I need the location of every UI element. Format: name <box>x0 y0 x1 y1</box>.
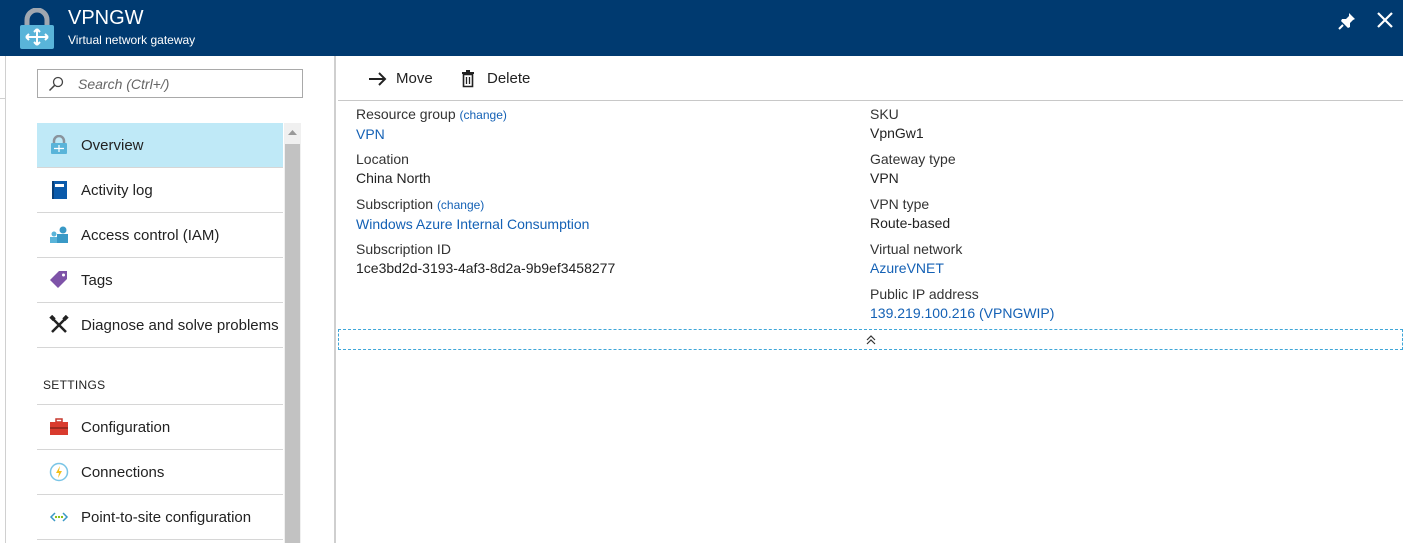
property-gateway-type: Gateway type VPN <box>870 150 1350 188</box>
menu-item-label: Overview <box>81 137 144 154</box>
collapse-essentials-button[interactable] <box>338 329 1403 350</box>
move-label: Move <box>396 70 433 87</box>
scrollbar-thumb[interactable] <box>285 144 300 543</box>
menu-list: Overview Activity log Access control (IA… <box>37 123 283 348</box>
property-value: Route-based <box>870 215 951 231</box>
pin-icon[interactable] <box>1336 10 1358 32</box>
change-subscription-link[interactable]: (change) <box>437 198 484 212</box>
wrench-icon <box>49 314 69 335</box>
menu-item-diagnose[interactable]: Diagnose and solve problems <box>37 303 283 348</box>
property-value: VPN <box>870 170 899 186</box>
page-title: VPNGW <box>68 7 144 29</box>
property-key: VPN type <box>870 196 930 212</box>
move-button[interactable]: Move <box>368 68 468 90</box>
menu-item-connections[interactable]: Connections <box>37 450 283 495</box>
vpn-gateway-lock-icon <box>18 7 56 50</box>
menu-item-label: Configuration <box>81 419 171 436</box>
property-key: Resource group <box>356 106 456 122</box>
property-value-link[interactable]: VPN <box>356 125 836 144</box>
toolbox-icon <box>49 417 69 437</box>
search-box[interactable] <box>37 69 303 98</box>
property-resource-group: Resource group (change) VPN <box>356 105 836 144</box>
access-control-icon <box>49 225 69 245</box>
menu-item-label: Activity log <box>81 182 153 199</box>
arrow-right-icon <box>368 69 388 89</box>
property-location: Location China North <box>356 150 836 188</box>
property-value: 1ce3bd2d-3193-4af3-8d2a-9b9ef3458277 <box>356 260 616 276</box>
property-subscription-id: Subscription ID 1ce3bd2d-3193-4af3-8d2a-… <box>356 240 836 278</box>
blade-header: VPNGW Virtual network gateway <box>0 0 1403 56</box>
property-sku: SKU VpnGw1 <box>870 105 1350 143</box>
property-value: China North <box>356 170 431 186</box>
double-chevron-up-icon <box>865 333 877 347</box>
delete-button[interactable]: Delete <box>459 68 559 90</box>
activity-log-icon <box>49 180 69 200</box>
menu-item-label: Tags <box>81 272 113 289</box>
point-to-site-icon <box>49 507 69 527</box>
scroll-up-arrow-icon[interactable] <box>284 123 301 143</box>
property-subscription: Subscription (change) Windows Azure Inte… <box>356 195 836 234</box>
property-value-link[interactable]: 139.219.100.216 (VPNGWIP) <box>870 304 1350 323</box>
property-key: SKU <box>870 106 899 122</box>
divider <box>0 98 6 99</box>
vpn-gateway-icon <box>49 134 69 155</box>
search-input[interactable] <box>78 74 293 94</box>
menu-item-overview[interactable]: Overview <box>37 123 283 168</box>
menu-item-point-to-site[interactable]: Point-to-site configuration <box>37 495 283 540</box>
menu-item-label: Connections <box>81 464 165 481</box>
property-value: VpnGw1 <box>870 125 924 141</box>
property-key: Subscription ID <box>356 241 451 257</box>
menu-item-configuration[interactable]: Configuration <box>37 405 283 450</box>
property-key: Public IP address <box>870 286 979 302</box>
trash-icon <box>459 69 479 89</box>
connections-icon <box>49 462 69 482</box>
menu-item-access-control[interactable]: Access control (IAM) <box>37 213 283 258</box>
property-key: Gateway type <box>870 151 956 167</box>
settings-menu-list: Configuration Connections Point-to-site … <box>37 404 283 540</box>
command-bar: Move Delete <box>338 56 1403 101</box>
property-public-ip: Public IP address 139.219.100.216 (VPNGW… <box>870 285 1350 323</box>
property-key: Subscription <box>356 196 434 212</box>
property-vpn-type: VPN type Route-based <box>870 195 1350 233</box>
change-resource-group-link[interactable]: (change) <box>460 108 507 122</box>
property-virtual-network: Virtual network AzureVNET <box>870 240 1350 278</box>
menu-item-label: Access control (IAM) <box>81 227 220 244</box>
page-subtitle: Virtual network gateway <box>68 33 196 47</box>
menu-item-tags[interactable]: Tags <box>37 258 283 303</box>
property-value-link[interactable]: Windows Azure Internal Consumption <box>356 215 836 234</box>
menu-item-label: Diagnose and solve problems <box>81 317 279 334</box>
property-key: Virtual network <box>870 241 963 257</box>
resource-menu: Overview Activity log Acces <box>7 56 336 543</box>
left-edge-panel <box>0 56 6 543</box>
delete-label: Delete <box>487 70 531 87</box>
search-icon <box>48 76 64 92</box>
property-key: Location <box>356 151 409 167</box>
menu-item-activity-log[interactable]: Activity log <box>37 168 283 213</box>
menu-item-label: Point-to-site configuration <box>81 509 252 526</box>
tag-icon <box>49 270 69 290</box>
property-value-link[interactable]: AzureVNET <box>870 259 1350 278</box>
section-label-settings: SETTINGS <box>43 378 106 392</box>
main-content: Move Delete Resource group (change) VPN … <box>338 56 1403 543</box>
close-icon[interactable] <box>1374 9 1396 31</box>
